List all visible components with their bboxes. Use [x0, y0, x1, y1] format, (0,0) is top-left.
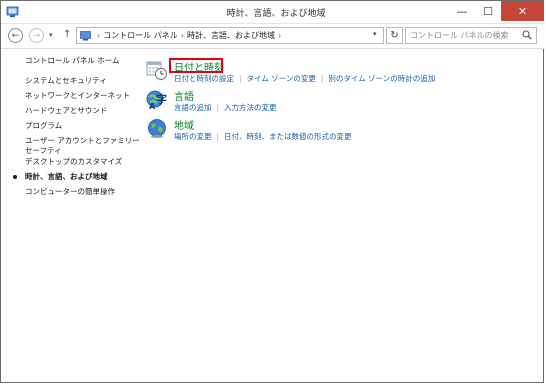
link-change-formats[interactable]: 日付、時刻、または数値の形式の変更 — [224, 132, 352, 141]
title-bar: 時計、言語、および地域 — ☐ ✕ — [1, 1, 545, 24]
window-controls: — ☐ ✕ — [449, 1, 544, 21]
sidebar-item-user-accounts[interactable]: ユーザー アカウントとファミリー セーフティ — [25, 136, 143, 156]
link-add-language[interactable]: 言語の追加 — [174, 103, 212, 112]
svg-text:A: A — [149, 102, 156, 110]
sidebar-item-control-panel-home[interactable]: コントロール パネル ホーム — [25, 56, 120, 66]
link-add-clocks[interactable]: 別のタイム ゾーンの時計の追加 — [328, 74, 435, 83]
back-button[interactable]: ← — [8, 28, 23, 43]
sidebar-item-hardware-sound[interactable]: ハードウェアとサウンド — [25, 106, 107, 116]
link-change-input-method[interactable]: 入力方法の変更 — [224, 103, 277, 112]
forward-button[interactable]: → — [29, 28, 44, 43]
link-divider: | — [216, 132, 220, 141]
control-panel-icon — [6, 6, 19, 17]
link-change-time-zone[interactable]: タイム ゾーンの変更 — [247, 74, 316, 83]
window: 時計、言語、および地域 — ☐ ✕ ← → ▾ ↑ › コントロール パネル ›… — [0, 0, 545, 383]
date-time-highlight-box — [169, 58, 223, 73]
sidebar-item-network-internet[interactable]: ネットワークとインターネット — [25, 91, 130, 101]
sidebar-item-programs[interactable]: プログラム — [25, 121, 62, 131]
address-history-dropdown[interactable]: ▾ — [373, 30, 377, 38]
minimize-button[interactable]: — — [449, 1, 475, 21]
link-set-date-time[interactable]: 日付と時刻の設定 — [174, 74, 234, 83]
category-region: 地域 場所の変更 | 日付、時刻、または数値の形式の変更 — [146, 117, 526, 145]
control-panel-icon — [80, 31, 91, 41]
link-divider: | — [320, 74, 324, 83]
link-divider: | — [239, 74, 242, 83]
up-button[interactable]: ↑ — [63, 29, 71, 40]
sidebar-item-label: 時計、言語、および地域 — [25, 172, 108, 181]
svg-text:字: 字 — [156, 92, 167, 106]
search-input[interactable] — [410, 31, 520, 40]
maximize-button[interactable]: ☐ — [475, 1, 501, 21]
calendar-clock-icon — [146, 61, 167, 80]
sidebar-item-desktop-customization[interactable]: デスクトップのカスタマイズ — [25, 157, 122, 167]
category-language: 字 A 言語 言語の追加 | 入力方法の変更 — [146, 88, 526, 116]
breadcrumb-separator: › — [180, 31, 184, 40]
breadcrumb-clock-language-region[interactable]: 時計、言語、および地域 — [187, 30, 275, 41]
sidebar-item-ease-of-access[interactable]: コンピューターの簡単操作 — [25, 187, 115, 197]
refresh-button[interactable]: ↻ — [386, 27, 403, 44]
breadcrumb-separator: › — [277, 31, 282, 40]
recent-pages-dropdown[interactable]: ▾ — [49, 31, 53, 39]
address-bar[interactable]: › コントロール パネル › 時計、言語、および地域 › — [76, 27, 384, 44]
category-title-region[interactable]: 地域 — [174, 117, 194, 132]
navigation-bar: ← → ▾ ↑ › コントロール パネル › 時計、言語、および地域 › ▾ ↻ — [1, 24, 545, 49]
category-links-language: 言語の追加 | 入力方法の変更 — [174, 102, 277, 113]
globe-icon — [148, 119, 166, 138]
category-links-region: 場所の変更 | 日付、時刻、または数値の形式の変更 — [174, 131, 352, 142]
search-icon[interactable] — [522, 30, 532, 40]
close-button[interactable]: ✕ — [501, 1, 544, 21]
language-icon: 字 A — [146, 90, 167, 110]
sidebar-item-clock-language-region[interactable]: 時計、言語、および地域 — [13, 172, 108, 182]
search-box[interactable] — [405, 27, 537, 44]
link-change-location[interactable]: 場所の変更 — [174, 132, 212, 141]
category-links-date-time: 日付と時刻の設定 | タイム ゾーンの変更 | 別のタイム ゾーンの時計の追加 — [174, 73, 435, 84]
sidebar-item-system-security[interactable]: システムとセキュリティ — [25, 76, 107, 86]
breadcrumb-separator: › — [97, 31, 101, 40]
link-divider: | — [216, 103, 220, 112]
window-title: 時計、言語、および地域 — [226, 9, 326, 19]
breadcrumb-control-panel[interactable]: コントロール パネル — [103, 30, 178, 41]
category-title-language[interactable]: 言語 — [174, 88, 194, 103]
current-item-bullet — [13, 175, 17, 179]
